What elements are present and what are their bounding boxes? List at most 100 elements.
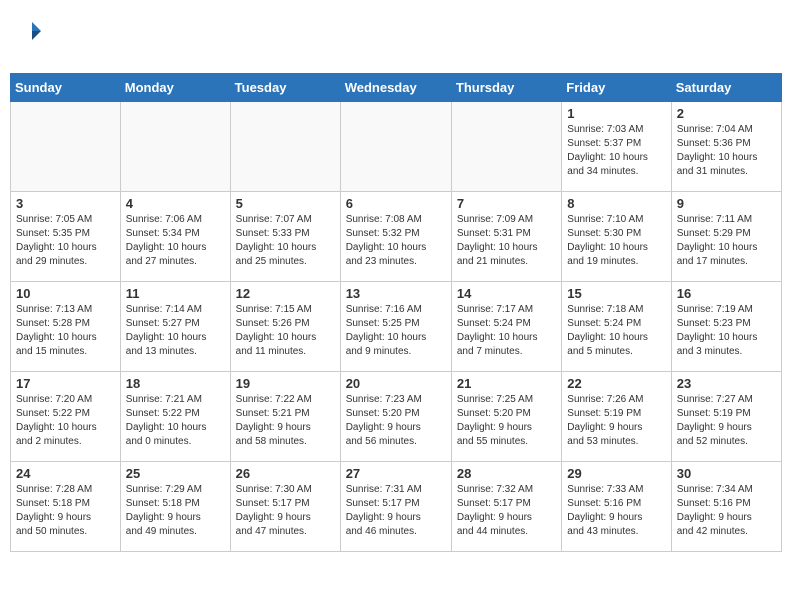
day-number: 25	[126, 466, 225, 481]
calendar-cell: 18 Sunrise: 7:21 AM Sunset: 5:22 PM Dayli…	[120, 372, 230, 462]
calendar-cell: 26Sunrise: 7:30 AM Sunset: 5:17 PM Dayli…	[230, 462, 340, 552]
calendar-header-row: SundayMondayTuesdayWednesdayThursdayFrid…	[11, 74, 782, 102]
day-info: Sunrise: 7:31 AM Sunset: 5:17 PM Dayligh…	[346, 483, 446, 539]
day-info: Sunrise: 7:06 AM Sunset: 5:34 PM Dayligh…	[126, 213, 225, 269]
day-info: Sunrise: 7:33 AM Sunset: 5:16 PM Dayligh…	[567, 483, 665, 539]
calendar-cell: 9Sunrise: 7:11 AM Sunset: 5:29 PM Daylig…	[671, 192, 781, 282]
calendar-cell: 7 Sunrise: 7:09 AM Sunset: 5:31 PM Daylig…	[451, 192, 561, 282]
day-info: Sunrise: 7:17 AM Sunset: 5:24 PM Dayligh…	[457, 303, 556, 359]
weekday-header-sunday: Sunday	[11, 74, 121, 102]
day-info: Sunrise: 7:25 AM Sunset: 5:20 PM Dayligh…	[457, 393, 556, 449]
calendar-cell: 24 Sunrise: 7:28 AM Sunset: 5:18 PM Dayli…	[11, 462, 121, 552]
calendar-cell	[340, 102, 451, 192]
calendar-week-5: 24 Sunrise: 7:28 AM Sunset: 5:18 PM Dayli…	[11, 462, 782, 552]
day-info: Sunrise: 7:07 AM Sunset: 5:33 PM Dayligh…	[236, 213, 335, 269]
calendar-cell	[230, 102, 340, 192]
weekday-header-wednesday: Wednesday	[340, 74, 451, 102]
day-info: Sunrise: 7:22 AM Sunset: 5:21 PM Dayligh…	[236, 393, 335, 449]
day-number: 8	[567, 196, 665, 211]
calendar-cell: 19Sunrise: 7:22 AM Sunset: 5:21 PM Dayli…	[230, 372, 340, 462]
calendar-cell: 20 Sunrise: 7:23 AM Sunset: 5:20 PM Dayli…	[340, 372, 451, 462]
day-number: 20	[346, 376, 446, 391]
day-number: 21	[457, 376, 556, 391]
calendar-cell: 15 Sunrise: 7:18 AM Sunset: 5:24 PM Dayli…	[562, 282, 671, 372]
day-info: Sunrise: 7:21 AM Sunset: 5:22 PM Dayligh…	[126, 393, 225, 449]
day-info: Sunrise: 7:23 AM Sunset: 5:20 PM Dayligh…	[346, 393, 446, 449]
calendar-cell: 16 Sunrise: 7:19 AM Sunset: 5:23 PM Dayli…	[671, 282, 781, 372]
day-number: 22	[567, 376, 665, 391]
day-info: Sunrise: 7:34 AM Sunset: 5:16 PM Dayligh…	[677, 483, 776, 539]
day-number: 13	[346, 286, 446, 301]
day-info: Sunrise: 7:18 AM Sunset: 5:24 PM Dayligh…	[567, 303, 665, 359]
day-info: Sunrise: 7:19 AM Sunset: 5:23 PM Dayligh…	[677, 303, 776, 359]
calendar-cell: 21 Sunrise: 7:25 AM Sunset: 5:20 PM Dayli…	[451, 372, 561, 462]
day-info: Sunrise: 7:04 AM Sunset: 5:36 PM Dayligh…	[677, 123, 776, 179]
day-number: 27	[346, 466, 446, 481]
calendar-cell: 8 Sunrise: 7:10 AM Sunset: 5:30 PM Daylig…	[562, 192, 671, 282]
day-info: Sunrise: 7:05 AM Sunset: 5:35 PM Dayligh…	[16, 213, 115, 269]
day-info: Sunrise: 7:20 AM Sunset: 5:22 PM Dayligh…	[16, 393, 115, 449]
calendar-cell: 30Sunrise: 7:34 AM Sunset: 5:16 PM Dayli…	[671, 462, 781, 552]
calendar-cell: 23 Sunrise: 7:27 AM Sunset: 5:19 PM Dayli…	[671, 372, 781, 462]
day-number: 10	[16, 286, 115, 301]
calendar-week-3: 10 Sunrise: 7:13 AM Sunset: 5:28 PM Dayli…	[11, 282, 782, 372]
calendar-cell	[11, 102, 121, 192]
calendar-cell: 2 Sunrise: 7:04 AM Sunset: 5:36 PM Daylig…	[671, 102, 781, 192]
day-number: 18	[126, 376, 225, 391]
calendar-cell: 25 Sunrise: 7:29 AM Sunset: 5:18 PM Dayli…	[120, 462, 230, 552]
day-number: 17	[16, 376, 115, 391]
calendar-body: 1Sunrise: 7:03 AM Sunset: 5:37 PM Daylig…	[11, 102, 782, 552]
day-number: 28	[457, 466, 556, 481]
calendar-cell: 12 Sunrise: 7:15 AM Sunset: 5:26 PM Dayli…	[230, 282, 340, 372]
day-number: 26	[236, 466, 335, 481]
weekday-header-thursday: Thursday	[451, 74, 561, 102]
page-header	[10, 10, 782, 68]
calendar-week-4: 17 Sunrise: 7:20 AM Sunset: 5:22 PM Dayli…	[11, 372, 782, 462]
day-number: 4	[126, 196, 225, 211]
weekday-header-monday: Monday	[120, 74, 230, 102]
weekday-header-friday: Friday	[562, 74, 671, 102]
day-info: Sunrise: 7:08 AM Sunset: 5:32 PM Dayligh…	[346, 213, 446, 269]
calendar-cell: 4 Sunrise: 7:06 AM Sunset: 5:34 PM Daylig…	[120, 192, 230, 282]
calendar-cell	[451, 102, 561, 192]
calendar-cell: 13 Sunrise: 7:16 AM Sunset: 5:25 PM Dayli…	[340, 282, 451, 372]
calendar-cell: 5 Sunrise: 7:07 AM Sunset: 5:33 PM Daylig…	[230, 192, 340, 282]
day-number: 7	[457, 196, 556, 211]
day-number: 5	[236, 196, 335, 211]
day-info: Sunrise: 7:28 AM Sunset: 5:18 PM Dayligh…	[16, 483, 115, 539]
day-number: 9	[677, 196, 776, 211]
day-number: 16	[677, 286, 776, 301]
day-info: Sunrise: 7:13 AM Sunset: 5:28 PM Dayligh…	[16, 303, 115, 359]
day-info: Sunrise: 7:09 AM Sunset: 5:31 PM Dayligh…	[457, 213, 556, 269]
logo-icon	[21, 20, 43, 42]
logo	[20, 20, 44, 63]
calendar-cell	[120, 102, 230, 192]
calendar-cell: 28Sunrise: 7:32 AM Sunset: 5:17 PM Dayli…	[451, 462, 561, 552]
day-info: Sunrise: 7:27 AM Sunset: 5:19 PM Dayligh…	[677, 393, 776, 449]
day-number: 15	[567, 286, 665, 301]
day-number: 2	[677, 106, 776, 121]
day-number: 29	[567, 466, 665, 481]
day-info: Sunrise: 7:29 AM Sunset: 5:18 PM Dayligh…	[126, 483, 225, 539]
day-info: Sunrise: 7:10 AM Sunset: 5:30 PM Dayligh…	[567, 213, 665, 269]
calendar-cell: 6Sunrise: 7:08 AM Sunset: 5:32 PM Daylig…	[340, 192, 451, 282]
calendar-cell: 27 Sunrise: 7:31 AM Sunset: 5:17 PM Dayli…	[340, 462, 451, 552]
calendar-week-2: 3 Sunrise: 7:05 AM Sunset: 5:35 PM Daylig…	[11, 192, 782, 282]
day-info: Sunrise: 7:03 AM Sunset: 5:37 PM Dayligh…	[567, 123, 665, 179]
day-number: 3	[16, 196, 115, 211]
day-number: 23	[677, 376, 776, 391]
day-info: Sunrise: 7:15 AM Sunset: 5:26 PM Dayligh…	[236, 303, 335, 359]
calendar-cell: 10 Sunrise: 7:13 AM Sunset: 5:28 PM Dayli…	[11, 282, 121, 372]
day-number: 24	[16, 466, 115, 481]
day-info: Sunrise: 7:16 AM Sunset: 5:25 PM Dayligh…	[346, 303, 446, 359]
calendar-table: SundayMondayTuesdayWednesdayThursdayFrid…	[10, 73, 782, 552]
calendar-cell: 22Sunrise: 7:26 AM Sunset: 5:19 PM Dayli…	[562, 372, 671, 462]
calendar-cell: 17 Sunrise: 7:20 AM Sunset: 5:22 PM Dayli…	[11, 372, 121, 462]
day-info: Sunrise: 7:14 AM Sunset: 5:27 PM Dayligh…	[126, 303, 225, 359]
day-number: 12	[236, 286, 335, 301]
calendar-cell: 29 Sunrise: 7:33 AM Sunset: 5:16 PM Dayli…	[562, 462, 671, 552]
calendar-cell: 14Sunrise: 7:17 AM Sunset: 5:24 PM Dayli…	[451, 282, 561, 372]
calendar-cell: 3 Sunrise: 7:05 AM Sunset: 5:35 PM Daylig…	[11, 192, 121, 282]
calendar-cell: 11Sunrise: 7:14 AM Sunset: 5:27 PM Dayli…	[120, 282, 230, 372]
calendar-cell: 1Sunrise: 7:03 AM Sunset: 5:37 PM Daylig…	[562, 102, 671, 192]
